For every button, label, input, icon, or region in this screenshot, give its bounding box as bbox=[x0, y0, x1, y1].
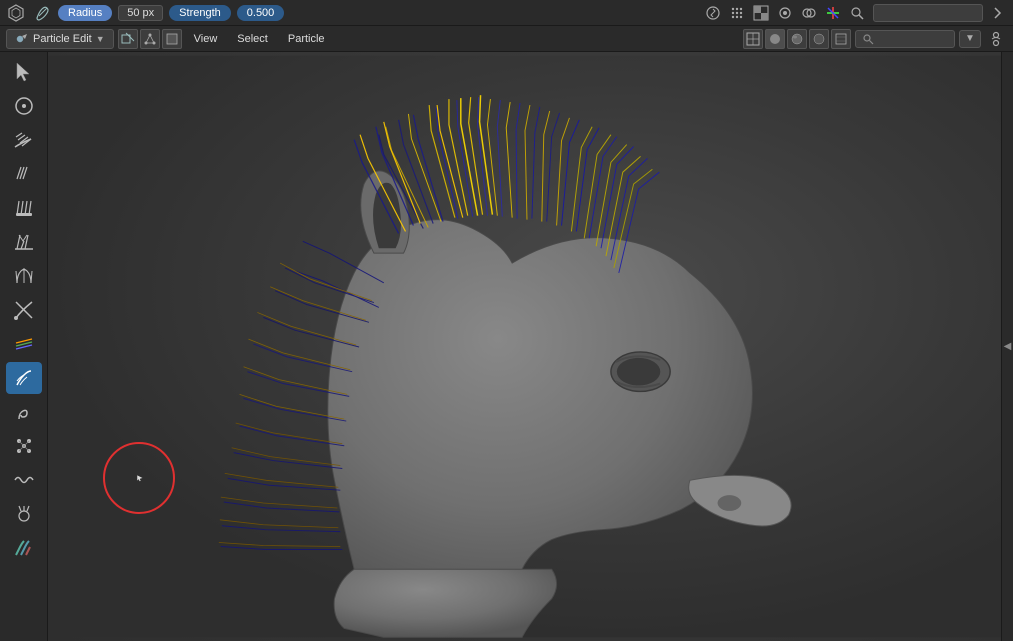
workspace-icon[interactable] bbox=[6, 3, 26, 23]
brush-type-icon[interactable] bbox=[32, 3, 52, 23]
tool-cut[interactable] bbox=[6, 294, 42, 326]
toolbar2: Particle Edit ▼ View Select Particle bbox=[0, 26, 1013, 52]
dot-grid-icon[interactable] bbox=[727, 3, 747, 23]
tool-circle-select[interactable] bbox=[6, 90, 42, 122]
sync-icon[interactable] bbox=[703, 3, 723, 23]
viewport-mode-icons bbox=[743, 29, 851, 49]
left-sidebar bbox=[0, 52, 48, 641]
render-preview-icon[interactable] bbox=[809, 29, 829, 49]
tool-smooth[interactable] bbox=[6, 158, 42, 190]
select-menu[interactable]: Select bbox=[229, 31, 276, 47]
dropdown-arrow[interactable]: ▼ bbox=[959, 30, 981, 48]
tool-brush-stroke[interactable] bbox=[6, 362, 42, 394]
strength-value[interactable]: 0.500 bbox=[237, 5, 285, 21]
mode-dropdown[interactable]: Particle Edit ▼ bbox=[6, 29, 114, 49]
main-area: ◀ bbox=[0, 52, 1013, 641]
xray-icon[interactable] bbox=[831, 29, 851, 49]
collapse-right-icon[interactable] bbox=[987, 3, 1007, 23]
tool-comb[interactable] bbox=[6, 124, 42, 156]
draw-mode-icon[interactable] bbox=[118, 29, 138, 49]
face-mode-icon[interactable] bbox=[162, 29, 182, 49]
vertex-mode-icon[interactable] bbox=[140, 29, 160, 49]
tool-puff[interactable] bbox=[6, 260, 42, 292]
tool-select[interactable] bbox=[6, 56, 42, 88]
tool-hair-gradient[interactable] bbox=[6, 532, 42, 564]
tool-wave[interactable] bbox=[6, 464, 42, 496]
viewport-3d[interactable] bbox=[48, 52, 1001, 641]
tool-weight-gradient[interactable] bbox=[6, 328, 42, 360]
tool-length[interactable] bbox=[6, 226, 42, 258]
tool-curl[interactable] bbox=[6, 396, 42, 428]
material-icon[interactable] bbox=[787, 29, 807, 49]
camel-viewport-svg bbox=[48, 52, 1001, 641]
search-field[interactable] bbox=[873, 4, 983, 22]
strength-pill[interactable]: Strength bbox=[169, 5, 231, 21]
radius-pill[interactable]: Radius bbox=[58, 5, 112, 21]
header-right-icons bbox=[703, 3, 1007, 23]
tool-add[interactable] bbox=[6, 192, 42, 224]
mode-icons bbox=[118, 29, 182, 49]
overlay-icon[interactable] bbox=[799, 3, 819, 23]
particle-menu[interactable]: Particle bbox=[280, 31, 333, 47]
gizmo-icon[interactable] bbox=[823, 3, 843, 23]
checkered-icon[interactable] bbox=[751, 3, 771, 23]
viewport-search[interactable] bbox=[855, 30, 955, 48]
tool-hair-root[interactable] bbox=[6, 498, 42, 530]
view-menu[interactable]: View bbox=[186, 31, 226, 47]
toolbar2-right: ▼ bbox=[743, 29, 1007, 49]
wireframe-icon[interactable] bbox=[743, 29, 763, 49]
tool-particle-sim[interactable] bbox=[6, 430, 42, 462]
radius-value[interactable]: 50 px bbox=[118, 5, 163, 21]
search-icon[interactable] bbox=[847, 3, 867, 23]
view-options-icon[interactable] bbox=[985, 30, 1007, 48]
right-panel-toggle[interactable]: ◀ bbox=[1001, 52, 1013, 641]
header-bar: Radius 50 px Strength 0.500 bbox=[0, 0, 1013, 26]
solid-icon[interactable] bbox=[765, 29, 785, 49]
render-icon[interactable] bbox=[775, 3, 795, 23]
